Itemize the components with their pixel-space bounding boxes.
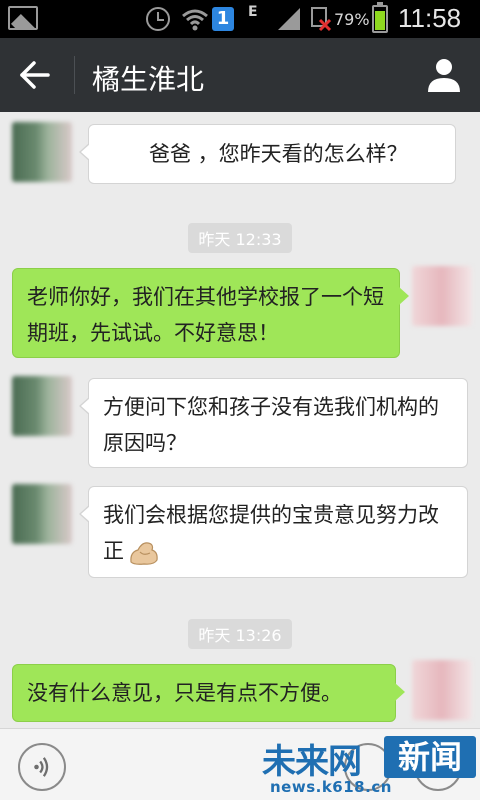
- watermark-logo: 未来网 新闻 news.k618.cn: [262, 734, 478, 798]
- timestamp-label: 昨天 12:33: [188, 223, 292, 253]
- message-bubble-incoming[interactable]: 我们会根据您提供的宝贵意见努力改正: [79, 486, 468, 578]
- watermark-url: news.k618.cn: [270, 778, 392, 796]
- message-text: 方便问下您和孩子没有选我们机构的原因吗？: [103, 395, 439, 455]
- chat-title: 橘生淮北: [92, 63, 205, 96]
- my-avatar[interactable]: [412, 266, 472, 326]
- battery-icon: [372, 2, 388, 33]
- back-arrow-icon[interactable]: [16, 58, 56, 92]
- timestamp-label: 昨天 13:26: [188, 619, 292, 649]
- watermark-brand: 未来网: [262, 742, 362, 782]
- no-sim-icon: [311, 7, 332, 32]
- voice-icon[interactable]: [18, 743, 66, 791]
- title-bar: 橘生淮北: [0, 38, 480, 112]
- status-bar: 1 E 79% 11:58: [0, 0, 480, 38]
- gallery-icon: [8, 6, 38, 30]
- message-bubble-incoming[interactable]: 方便问下您和孩子没有选我们机构的原因吗？: [79, 378, 468, 468]
- battery-fill: [375, 11, 385, 30]
- timestamp: 昨天 12:33: [0, 223, 480, 253]
- message-bubble-outgoing[interactable]: 没有什么意见，只是有点不方便。: [12, 664, 405, 722]
- wifi-icon: [182, 9, 208, 31]
- message-bubble-incoming[interactable]: 爸爸 ，您昨天看的怎么样？: [79, 124, 456, 184]
- my-avatar[interactable]: [412, 660, 472, 720]
- message-text: 老师你好，我们在其他学校报了一个短期班，先试试。不好意思！: [27, 285, 384, 345]
- contact-avatar[interactable]: [12, 484, 72, 544]
- clock: 11:58: [398, 3, 462, 33]
- contact-avatar[interactable]: [12, 376, 72, 436]
- title-divider: [74, 56, 75, 94]
- message-text: 没有什么意见，只是有点不方便。: [27, 681, 342, 705]
- network-type: E: [248, 4, 258, 20]
- alarm-icon: [146, 7, 170, 31]
- message-text: 爸爸 ，您昨天看的怎么样？: [149, 142, 408, 166]
- message-bubble-outgoing[interactable]: 老师你好，我们在其他学校报了一个短期班，先试试。不好意思！: [12, 268, 409, 358]
- battery-percent: 79%: [334, 10, 370, 29]
- flexed-biceps-icon: [130, 542, 158, 565]
- person-icon[interactable]: [426, 56, 462, 94]
- signal-icon: [278, 8, 300, 30]
- timestamp: 昨天 13:26: [0, 619, 480, 649]
- watermark-badge: 新闻: [384, 736, 476, 778]
- sim-badge: 1: [212, 7, 234, 31]
- contact-avatar[interactable]: [12, 122, 72, 182]
